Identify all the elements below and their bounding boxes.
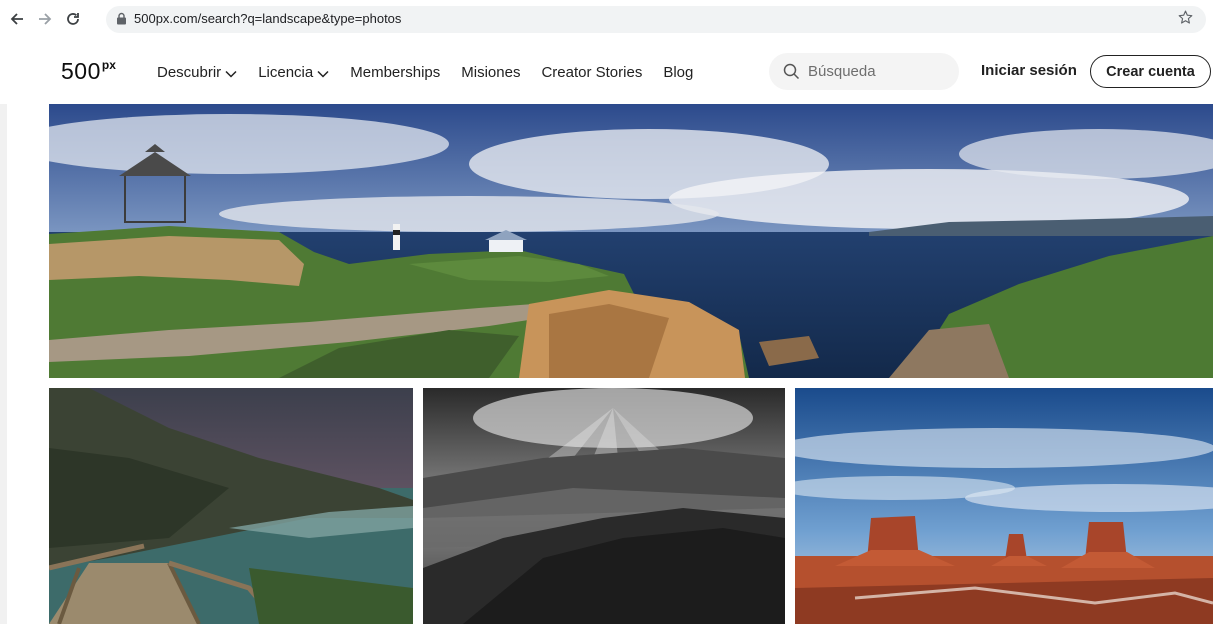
main-nav: Descubrir Licencia Memberships Misiones … [157, 62, 714, 82]
search-icon [783, 63, 800, 80]
photo-desert-buttes[interactable] [795, 388, 1213, 624]
nav-item-misiones[interactable]: Misiones [461, 64, 520, 81]
photo-coastal-panorama[interactable] [49, 104, 1213, 378]
nav-item-label: Licencia [258, 63, 314, 81]
nav-item-label: Descubrir [157, 63, 222, 81]
logo-superscript: px [101, 58, 116, 72]
chevron-down-icon [225, 65, 237, 82]
chevron-down-icon [317, 65, 329, 82]
nav-item-creator-stories[interactable]: Creator Stories [541, 64, 642, 81]
nav-item-memberships[interactable]: Memberships [350, 64, 440, 81]
photo-cliff-boardwalk[interactable] [49, 388, 413, 624]
browser-toolbar: 500px.com/search?q=landscape&type=photos [0, 0, 1213, 40]
left-gutter [0, 104, 7, 624]
logo-text: 500 [61, 58, 101, 84]
search-input[interactable] [808, 63, 938, 80]
nav-item-descubrir[interactable]: Descubrir [157, 63, 237, 82]
photo-bw-sun-rays[interactable] [423, 388, 785, 624]
bookmark-star-icon[interactable] [1177, 9, 1194, 31]
lock-icon [116, 12, 127, 30]
url-text[interactable]: 500px.com/search?q=landscape&type=photos [134, 11, 401, 26]
site-header: 500 px Descubrir Licencia Memberships Mi… [0, 40, 1213, 104]
back-arrow-icon[interactable] [6, 8, 28, 30]
nav-item-blog[interactable]: Blog [663, 64, 693, 81]
reload-icon[interactable] [62, 8, 84, 30]
login-link[interactable]: Iniciar sesión [981, 62, 1077, 79]
forward-arrow-icon[interactable] [34, 8, 56, 30]
signup-button[interactable]: Crear cuenta [1090, 55, 1211, 88]
search-box[interactable] [769, 53, 959, 90]
nav-item-licencia[interactable]: Licencia [258, 63, 329, 82]
500px-logo[interactable]: 500 px [61, 58, 116, 84]
